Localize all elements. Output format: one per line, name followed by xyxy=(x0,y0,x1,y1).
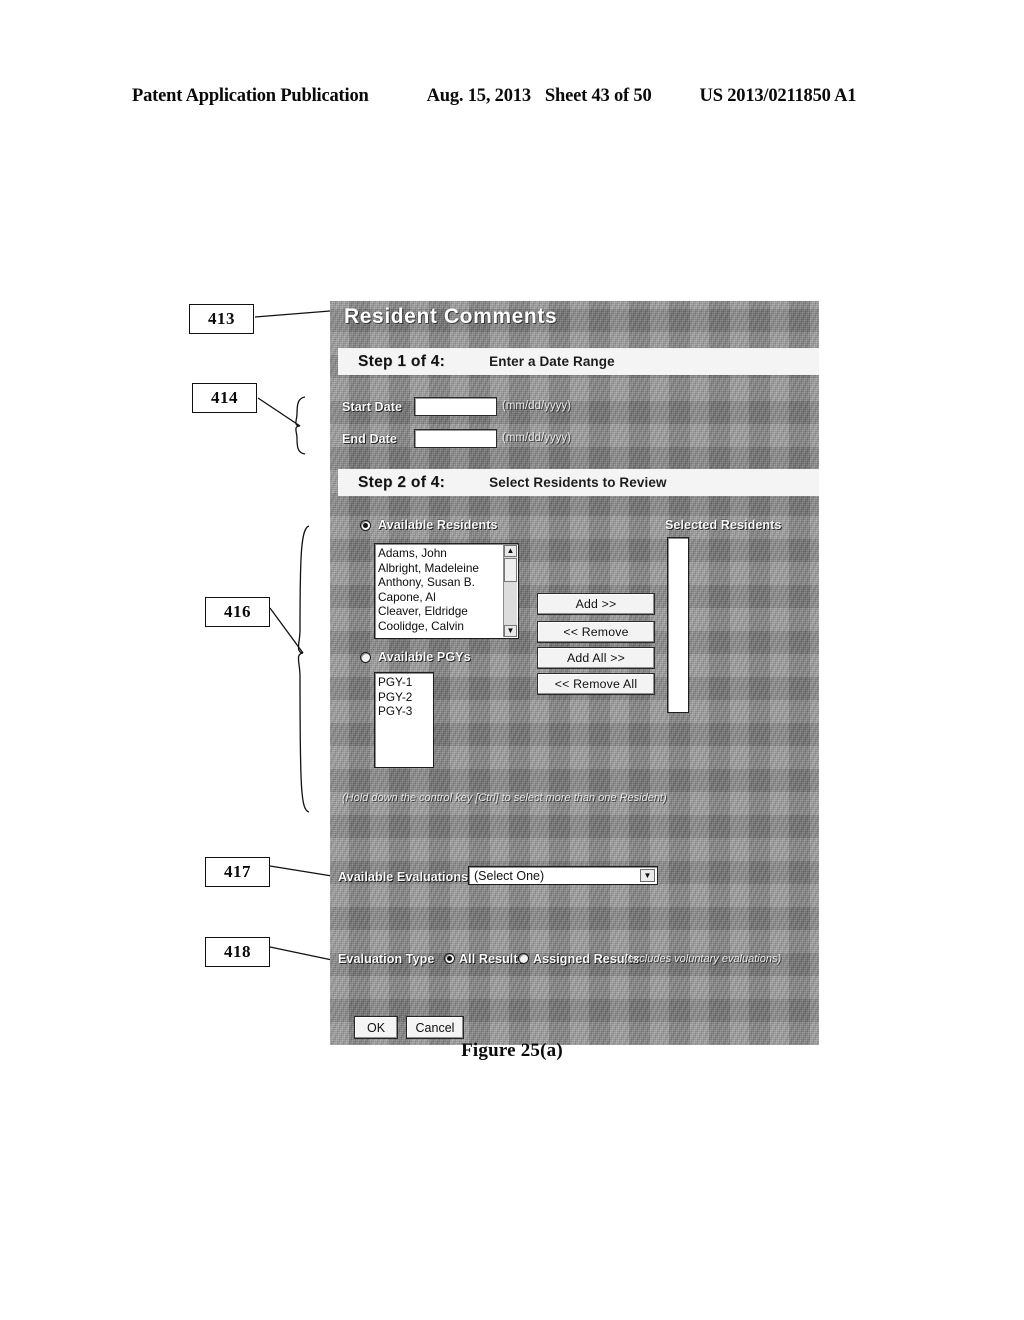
reference-callout-417: 417 xyxy=(205,857,270,887)
reference-callout-417-label: 417 xyxy=(224,862,251,881)
start-date-input[interactable] xyxy=(414,397,497,416)
patent-publication-number: US 2013/0211850 A1 xyxy=(699,86,857,106)
dialog-title: Resident Comments xyxy=(344,305,558,328)
radio-available-residents[interactable] xyxy=(360,520,371,531)
list-item[interactable]: PGY-1 xyxy=(378,675,433,690)
scrollbar-thumb[interactable] xyxy=(504,558,517,582)
list-item[interactable]: Adams, John xyxy=(378,546,518,561)
patent-date: Aug. 15, 2013 xyxy=(426,86,532,106)
add-all-button[interactable]: Add All >> xyxy=(537,647,655,669)
radio-assigned-results[interactable] xyxy=(518,953,529,964)
multi-select-hint: (Hold down the control key [Ctrl] to sel… xyxy=(342,792,667,804)
step-1-bar: Step 1 of 4: Enter a Date Range xyxy=(338,348,819,375)
available-residents-label: Available Residents xyxy=(378,518,498,532)
step-1-description: Enter a Date Range xyxy=(489,354,615,369)
reference-callout-418: 418 xyxy=(205,937,270,967)
list-item[interactable]: Albright, Madeleine xyxy=(378,561,518,576)
evaluation-type-label: Evaluation Type xyxy=(338,952,435,966)
ok-button[interactable]: OK xyxy=(354,1016,398,1039)
selected-residents-listbox[interactable] xyxy=(667,537,689,713)
reference-callout-418-label: 418 xyxy=(224,942,251,961)
start-date-label: Start Date xyxy=(342,400,403,414)
selected-residents-label: Selected Residents xyxy=(665,518,782,532)
end-date-label: End Date xyxy=(342,432,397,446)
available-evaluations-dropdown[interactable]: (Select One) ▼ xyxy=(468,866,658,885)
reference-callout-413: 413 xyxy=(189,304,254,334)
list-item[interactable]: Coolidge, Calvin xyxy=(378,619,518,634)
list-item[interactable]: PGY-3 xyxy=(378,704,433,719)
patent-sheet-number: Sheet 43 of 50 xyxy=(544,86,652,106)
step-2-description: Select Residents to Review xyxy=(489,475,667,490)
resident-comments-dialog: Resident Comments Step 1 of 4: Enter a D… xyxy=(330,301,819,1045)
list-item[interactable]: Capone, Al xyxy=(378,590,518,605)
available-evaluations-value: (Select One) xyxy=(474,868,545,883)
reference-callout-413-label: 413 xyxy=(208,309,235,328)
list-item[interactable]: PGY-2 xyxy=(378,690,433,705)
available-residents-listbox[interactable]: Adams, John Albright, Madeleine Anthony,… xyxy=(374,543,519,639)
step-1-number: Step 1 of 4: xyxy=(358,352,446,370)
remove-all-button[interactable]: << Remove All xyxy=(537,673,655,695)
cancel-button[interactable]: Cancel xyxy=(406,1016,464,1039)
available-evaluations-label: Available Evaluations xyxy=(338,870,469,884)
end-date-input[interactable] xyxy=(414,429,497,448)
reference-callout-414: 414 xyxy=(192,383,257,413)
reference-callout-414-label: 414 xyxy=(211,388,238,407)
step-2-bar: Step 2 of 4: Select Residents to Review xyxy=(338,469,819,496)
assigned-results-note: (excludes voluntary evaluations) xyxy=(624,953,782,965)
scroll-up-arrow-icon[interactable]: ▲ xyxy=(504,545,517,557)
figure-caption: Figure 25(a) xyxy=(461,1040,563,1061)
radio-all-results[interactable] xyxy=(444,953,455,964)
available-pgys-label: Available PGYs xyxy=(378,650,471,664)
available-pgys-listbox[interactable]: PGY-1 PGY-2 PGY-3 xyxy=(374,672,434,768)
all-results-label: All Results xyxy=(459,952,525,966)
remove-button[interactable]: << Remove xyxy=(537,621,655,643)
list-item[interactable]: Anthony, Susan B. xyxy=(378,575,518,590)
chevron-down-icon[interactable]: ▼ xyxy=(640,869,655,882)
end-date-format-hint: (mm/dd/yyyy) xyxy=(502,432,571,444)
scroll-down-arrow-icon[interactable]: ▼ xyxy=(504,625,517,637)
radio-available-pgys[interactable] xyxy=(360,652,371,663)
add-button[interactable]: Add >> xyxy=(537,593,655,615)
reference-callout-416-label: 416 xyxy=(224,602,251,621)
list-item[interactable]: Cleaver, Eldridge xyxy=(378,604,518,619)
step-2-number: Step 2 of 4: xyxy=(358,473,446,491)
patent-publication-label: Patent Application Publication xyxy=(132,86,369,106)
patent-header: Patent Application Publication Aug. 15, … xyxy=(132,86,892,107)
start-date-format-hint: (mm/dd/yyyy) xyxy=(502,400,571,412)
reference-callout-416: 416 xyxy=(205,597,270,627)
residents-list-scrollbar[interactable]: ▲ ▼ xyxy=(503,545,517,637)
